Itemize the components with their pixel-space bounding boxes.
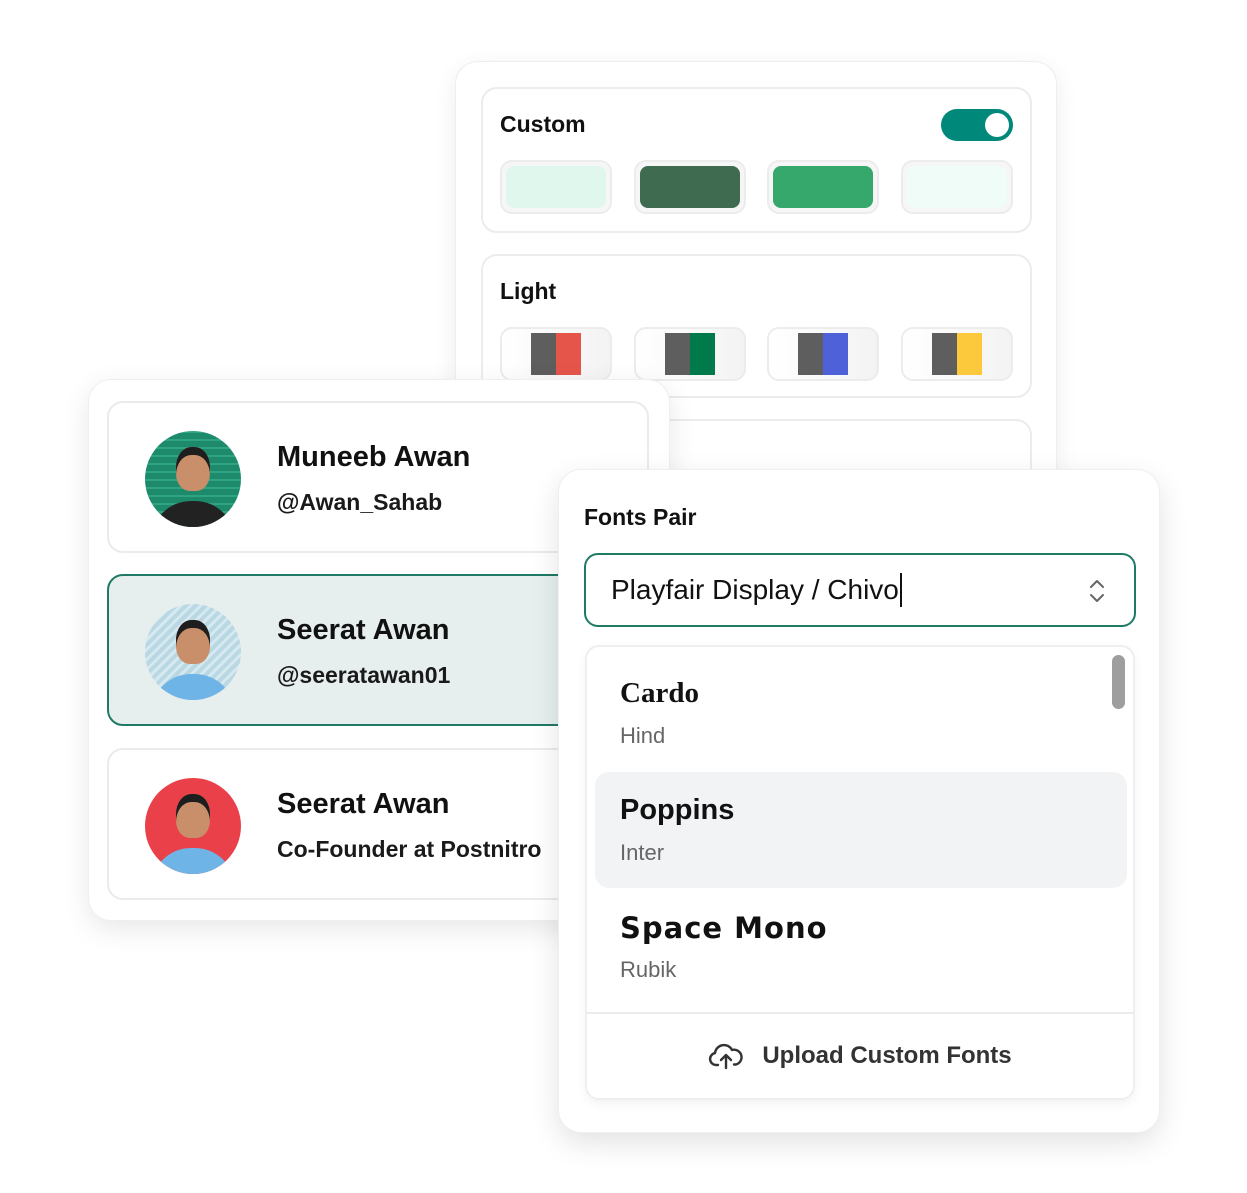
font-pair-dropdown: Cardo Hind Poppins Inter Space Mono Rubi… (585, 645, 1135, 1100)
chevron-up-down-icon (1090, 580, 1104, 602)
profile-handle: @seeratawan01 (277, 662, 451, 688)
text-cursor (899, 573, 902, 607)
upload-custom-fonts-button[interactable]: Upload Custom Fonts (587, 1012, 1133, 1098)
swatch-fill (773, 166, 874, 208)
swatch-fill (906, 166, 1007, 208)
cloud-upload-icon (709, 1043, 743, 1070)
font-option-primary: Poppins (620, 794, 735, 826)
font-option[interactable]: Space Mono Rubik (595, 889, 1127, 1005)
profile-handle: @Awan_Sahab (277, 489, 443, 515)
toggle-knob (985, 113, 1009, 137)
light-theme-title: Light (500, 278, 557, 304)
font-pair-select[interactable]: Playfair Display / Chivo (584, 553, 1136, 627)
light-theme-group: Light (481, 254, 1032, 398)
font-pair-select-value: Playfair Display / Chivo (611, 574, 899, 605)
light-swatch-gray-blue[interactable] (767, 327, 880, 381)
custom-theme-toggle[interactable] (941, 109, 1013, 141)
custom-swatch-3[interactable] (767, 160, 880, 214)
profile-tagline: Co-Founder at Postnitro (277, 836, 542, 862)
custom-swatch-1[interactable] (500, 160, 612, 214)
fonts-pair-panel: Fonts Pair Playfair Display / Chivo Card… (559, 470, 1159, 1132)
font-option-highlighted[interactable]: Poppins Inter (595, 772, 1127, 888)
swatch-fill (639, 166, 740, 208)
font-option[interactable]: Cardo Hind (595, 655, 1127, 771)
custom-swatch-4[interactable] (900, 160, 1013, 214)
font-option-primary: Cardo (620, 677, 699, 709)
font-option-secondary: Rubik (620, 957, 677, 982)
profile-name: Muneeb Awan (277, 441, 471, 473)
profile-name: Seerat Awan (277, 614, 450, 646)
light-swatch-gray-green[interactable] (633, 327, 746, 381)
custom-theme-group: Custom (481, 87, 1032, 233)
custom-swatch-row (500, 160, 1013, 214)
upload-custom-fonts-label: Upload Custom Fonts (762, 1042, 1012, 1069)
fonts-pair-title: Fonts Pair (584, 504, 697, 530)
font-option-primary: Space Mono (620, 911, 828, 945)
font-option-secondary: Hind (620, 723, 666, 748)
avatar (145, 431, 241, 527)
custom-theme-title: Custom (500, 111, 586, 137)
font-option-secondary: Inter (620, 840, 665, 865)
swatch-fill (506, 166, 606, 208)
light-swatch-row (500, 327, 1013, 381)
avatar (145, 604, 241, 700)
avatar (145, 778, 241, 874)
light-swatch-gray-red[interactable] (500, 327, 612, 381)
profile-name: Seerat Awan (277, 788, 450, 820)
custom-swatch-2[interactable] (633, 160, 746, 214)
light-swatch-gray-yellow[interactable] (900, 327, 1013, 381)
